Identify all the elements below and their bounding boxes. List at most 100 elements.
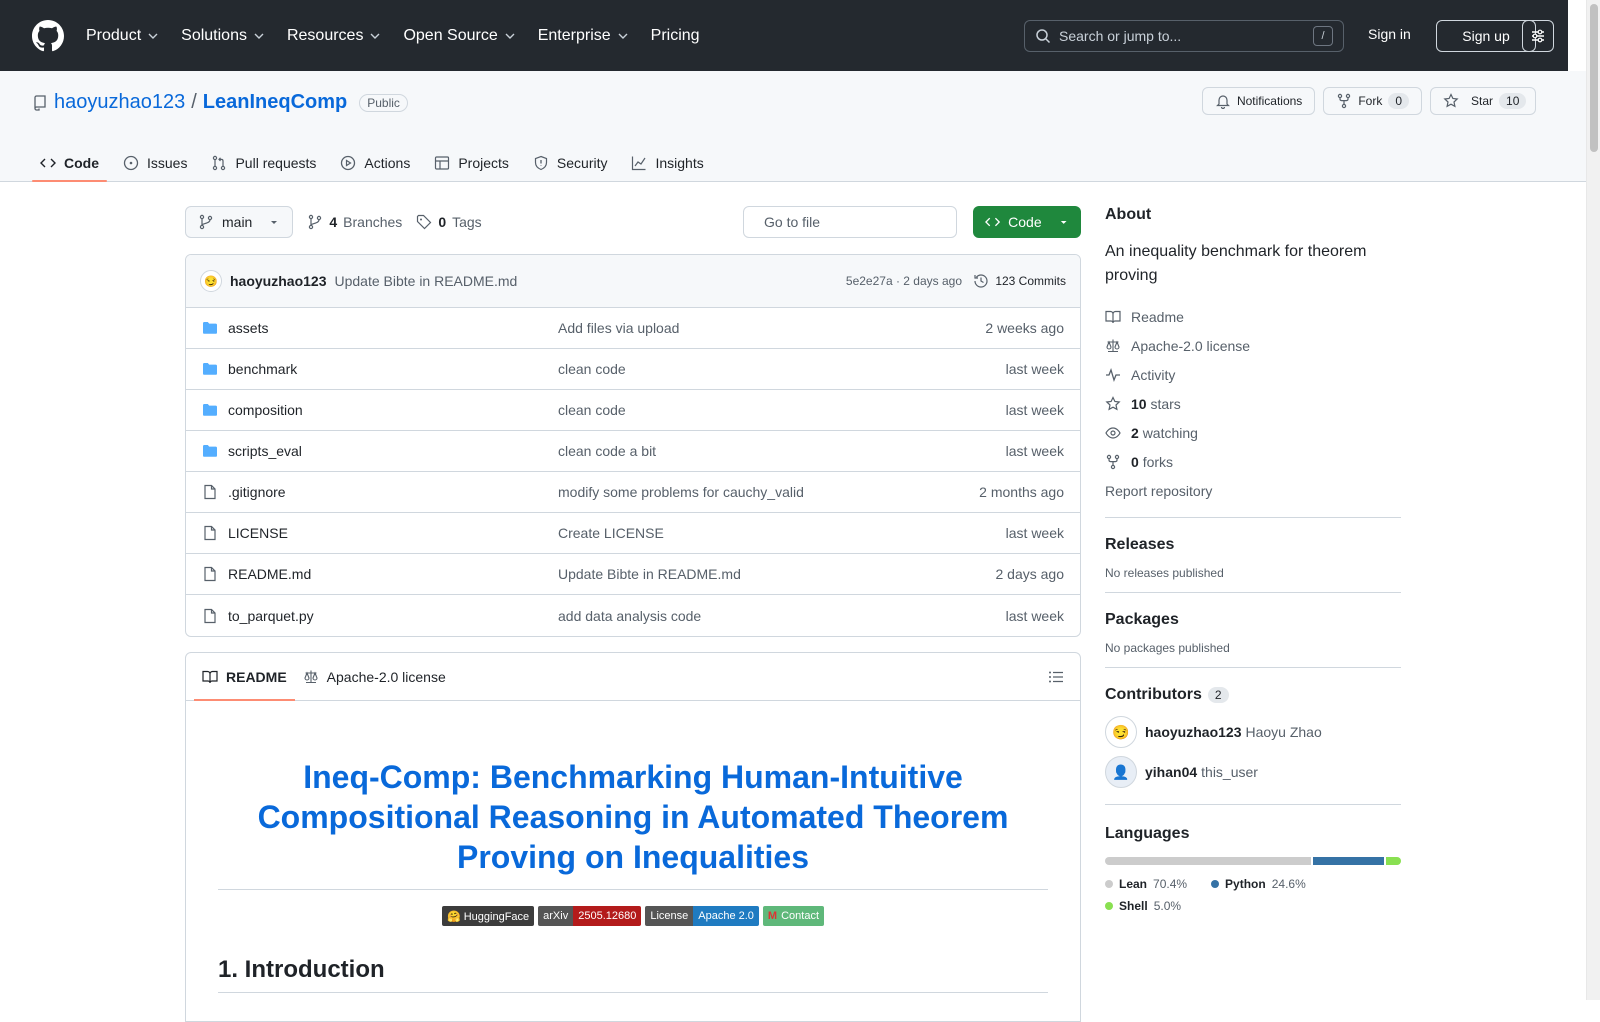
page-scrollbar[interactable] xyxy=(1586,0,1600,1000)
file-name-link[interactable]: .gitignore xyxy=(228,484,558,500)
file-row[interactable]: .gitignore modify some problems for cauch… xyxy=(186,472,1080,513)
outline-button[interactable] xyxy=(1048,669,1064,685)
branch-select-button[interactable]: main xyxy=(185,206,294,238)
file-commit-message-link[interactable]: Create LICENSE xyxy=(558,525,1006,541)
stars-link[interactable]: 10 stars xyxy=(1105,389,1401,418)
forks-link[interactable]: 0 forks xyxy=(1105,447,1401,476)
sign-up-button[interactable]: Sign up xyxy=(1436,20,1536,52)
file-type-icon xyxy=(202,443,218,459)
language-item[interactable]: Python 24.6% xyxy=(1211,877,1306,891)
github-logo-icon[interactable] xyxy=(32,19,64,52)
file-type-icon xyxy=(202,484,218,500)
file-row[interactable]: composition clean code last week xyxy=(186,390,1080,431)
file-commit-message-link[interactable]: clean code xyxy=(558,402,1006,418)
file-icon xyxy=(204,566,216,582)
graph-icon xyxy=(632,156,646,171)
language-item[interactable]: Shell 5.0% xyxy=(1105,899,1181,913)
fork-button[interactable]: Fork 0 xyxy=(1323,87,1422,115)
tab-projects[interactable]: Projects xyxy=(426,144,517,182)
contributor-item[interactable]: 😏 haoyuzhao123 Haoyu Zhao xyxy=(1105,712,1401,752)
avatar[interactable]: 👤 xyxy=(1105,756,1137,788)
nav-open-source[interactable]: Open Source xyxy=(403,27,515,45)
folder-icon xyxy=(203,404,217,416)
file-name-link[interactable]: scripts_eval xyxy=(228,443,558,459)
tab-license[interactable]: Apache-2.0 license xyxy=(295,653,454,701)
language-item[interactable]: Lean 70.4% xyxy=(1105,877,1187,891)
chevron-down-icon xyxy=(505,33,515,39)
nav-resources[interactable]: Resources xyxy=(287,27,381,45)
tags-count: 0 xyxy=(438,214,447,230)
file-name-link[interactable]: assets xyxy=(228,320,558,336)
contributor-login[interactable]: haoyuzhao123 xyxy=(1145,724,1241,740)
file-commit-message-link[interactable]: clean code a bit xyxy=(558,443,1006,459)
nav-pricing[interactable]: Pricing xyxy=(651,27,700,45)
tab-readme[interactable]: README xyxy=(194,653,295,701)
file-name-link[interactable]: README.md xyxy=(228,566,558,582)
file-row[interactable]: LICENSE Create LICENSE last week xyxy=(186,513,1080,554)
file-row[interactable]: assets Add files via upload 2 weeks ago xyxy=(186,308,1080,349)
language-bar-segment[interactable] xyxy=(1386,857,1401,865)
caret-down-icon xyxy=(1060,221,1067,224)
contributor-login[interactable]: yihan04 xyxy=(1145,764,1197,780)
language-bar-segment[interactable] xyxy=(1312,857,1385,865)
file-commit-message-link[interactable]: Add files via upload xyxy=(558,320,985,336)
file-row[interactable]: to_parquet.py add data analysis code last … xyxy=(186,595,1080,636)
nav-solutions[interactable]: Solutions xyxy=(181,27,265,45)
go-to-file-input[interactable] xyxy=(764,214,945,230)
global-search[interactable]: / xyxy=(1024,20,1344,52)
go-to-file[interactable] xyxy=(743,206,957,238)
scrollbar-thumb[interactable] xyxy=(1590,4,1598,152)
repo-owner-link[interactable]: haoyuzhao123 xyxy=(54,91,185,114)
file-name-link[interactable]: benchmark xyxy=(228,361,558,377)
commit-message-link[interactable]: Update Bibte in README.md xyxy=(334,273,517,289)
star-button[interactable]: Star 10 xyxy=(1430,87,1536,115)
report-repository-link[interactable]: Report repository xyxy=(1105,476,1401,505)
play-icon xyxy=(341,155,356,171)
branches-link[interactable]: 4 Branches xyxy=(307,214,402,230)
file-name-link[interactable]: composition xyxy=(228,402,558,418)
contact-badge[interactable]: M Contact xyxy=(762,906,825,926)
readme-title[interactable]: Ineq-Comp: Benchmarking Human-Intuitive … xyxy=(218,757,1048,890)
license-badge[interactable]: License Apache 2.0 xyxy=(645,906,759,926)
file-row[interactable]: README.md Update Bibte in README.md 2 days… xyxy=(186,554,1080,595)
sign-in-link[interactable]: Sign in xyxy=(1368,26,1411,42)
global-search-input[interactable] xyxy=(1059,28,1313,44)
packages-heading[interactable]: Packages xyxy=(1105,611,1401,629)
file-commit-message-link[interactable]: add data analysis code xyxy=(558,608,1006,624)
commit-meta[interactable]: 5e2e27a · 2 days ago xyxy=(846,274,962,288)
commits-history-link[interactable]: 123 Commits xyxy=(973,273,1066,289)
file-commit-message-link[interactable]: clean code xyxy=(558,361,1006,377)
avatar[interactable]: 😏 xyxy=(1105,716,1137,748)
arxiv-badge[interactable]: arXiv 2505.12680 xyxy=(538,906,642,926)
watching-link[interactable]: 2 watching xyxy=(1105,418,1401,447)
file-commit-message-link[interactable]: modify some problems for cauchy_valid xyxy=(558,484,979,500)
file-row[interactable]: scripts_eval clean code a bit last week xyxy=(186,431,1080,472)
tab-code[interactable]: Code xyxy=(32,144,107,182)
file-row[interactable]: benchmark clean code last week xyxy=(186,349,1080,390)
file-name-link[interactable]: LICENSE xyxy=(228,525,558,541)
contributor-item[interactable]: 👤 yihan04 this_user xyxy=(1105,752,1401,792)
tab-insights[interactable]: Insights xyxy=(623,144,711,182)
avatar[interactable]: 😏 xyxy=(200,270,222,292)
releases-heading[interactable]: Releases xyxy=(1105,536,1401,554)
contributors-heading[interactable]: Contributors 2 xyxy=(1105,686,1401,704)
readme-link[interactable]: Readme xyxy=(1105,302,1401,331)
huggingface-badge[interactable]: 🤗 HuggingFace xyxy=(441,906,535,926)
commit-author-link[interactable]: haoyuzhao123 xyxy=(230,273,326,289)
notifications-button[interactable]: Notifications xyxy=(1201,87,1316,115)
language-bar-segment[interactable] xyxy=(1105,857,1311,865)
code-dropdown-button[interactable]: Code xyxy=(973,206,1081,238)
activity-link[interactable]: Activity xyxy=(1105,360,1401,389)
license-link[interactable]: Apache-2.0 license xyxy=(1105,331,1401,360)
tab-security[interactable]: Security xyxy=(525,144,616,182)
tags-link[interactable]: 0 Tags xyxy=(416,214,482,230)
file-name-link[interactable]: to_parquet.py xyxy=(228,608,558,624)
menu-button[interactable] xyxy=(1522,20,1554,52)
nav-enterprise[interactable]: Enterprise xyxy=(538,27,629,45)
tab-actions[interactable]: Actions xyxy=(332,144,418,182)
tab-issues[interactable]: Issues xyxy=(115,144,195,182)
nav-product[interactable]: Product xyxy=(86,27,159,45)
repo-name-link[interactable]: LeanIneqComp xyxy=(203,91,347,114)
tab-pull-requests[interactable]: Pull requests xyxy=(203,144,324,182)
file-commit-message-link[interactable]: Update Bibte in README.md xyxy=(558,566,996,582)
